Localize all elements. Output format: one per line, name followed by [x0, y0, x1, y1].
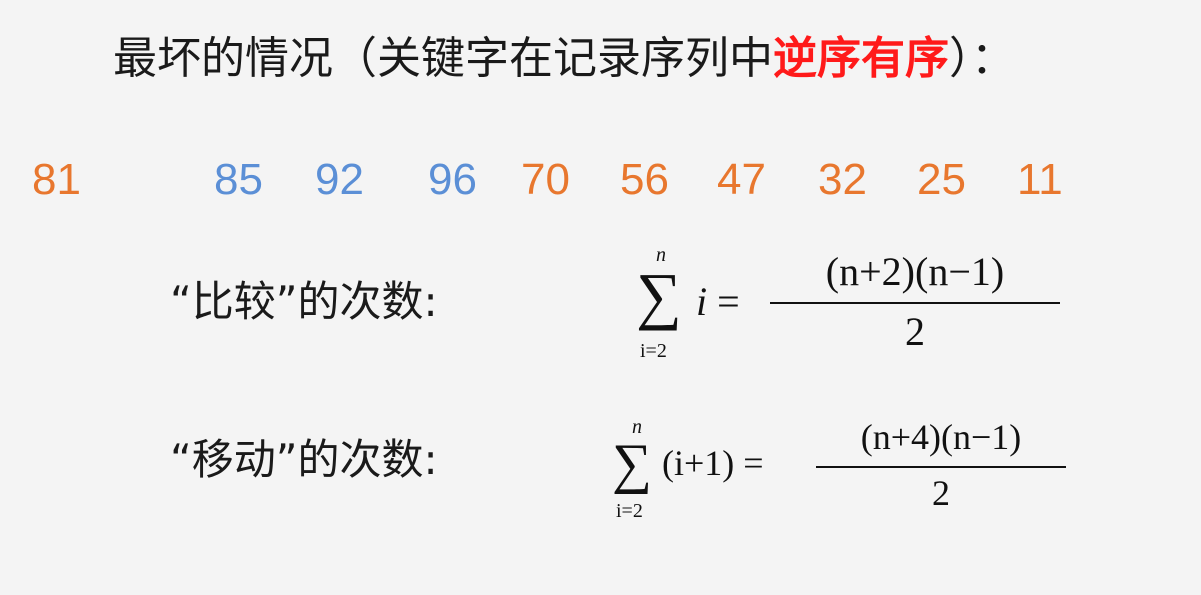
sequence-item: 47: [717, 155, 766, 204]
summand: (i+1) =: [662, 443, 764, 483]
title-suffix: ）：: [949, 33, 1015, 84]
sequence-item: 92: [315, 155, 364, 204]
fraction-numerator: (n+4)(n−1): [860, 417, 1022, 457]
sequence-item: 11: [1017, 155, 1063, 204]
sequence-item: 25: [917, 155, 966, 204]
sequence-item: 96: [428, 155, 477, 204]
fraction-denominator: 2: [932, 473, 950, 513]
fraction-denominator: 2: [905, 309, 925, 354]
sequence-item: 81: [32, 155, 81, 204]
title-highlight: 逆序有序: [773, 33, 949, 84]
sigma-symbol: ∑: [636, 260, 682, 331]
move-count-label: “移动”的次数:: [170, 435, 438, 484]
fraction-bar: [816, 466, 1066, 468]
title-prefix: 最坏的情况（关键字在记录序列中: [113, 33, 773, 84]
compare-count-label: “比较”的次数:: [170, 277, 438, 326]
fraction-bar: [770, 302, 1060, 304]
sequence-item: 56: [620, 155, 669, 204]
slide-title: 最坏的情况（关键字在记录序列中逆序有序）：: [113, 28, 1015, 90]
move-formula: n ∑ i=2 (i+1) = (n+4)(n−1) 2: [610, 416, 1080, 536]
summand: i =: [696, 279, 740, 324]
sigma-symbol: ∑: [612, 433, 652, 495]
sum-lower-limit: i=2: [616, 500, 643, 522]
sum-lower-limit: i=2: [640, 340, 667, 362]
sequence-item: 32: [818, 155, 867, 204]
fraction-numerator: (n+2)(n−1): [825, 249, 1005, 294]
compare-formula: n ∑ i=2 i = (n+2)(n−1) 2: [630, 244, 1070, 369]
sequence-item: 85: [214, 155, 263, 204]
sequence-item: 70: [521, 155, 570, 204]
